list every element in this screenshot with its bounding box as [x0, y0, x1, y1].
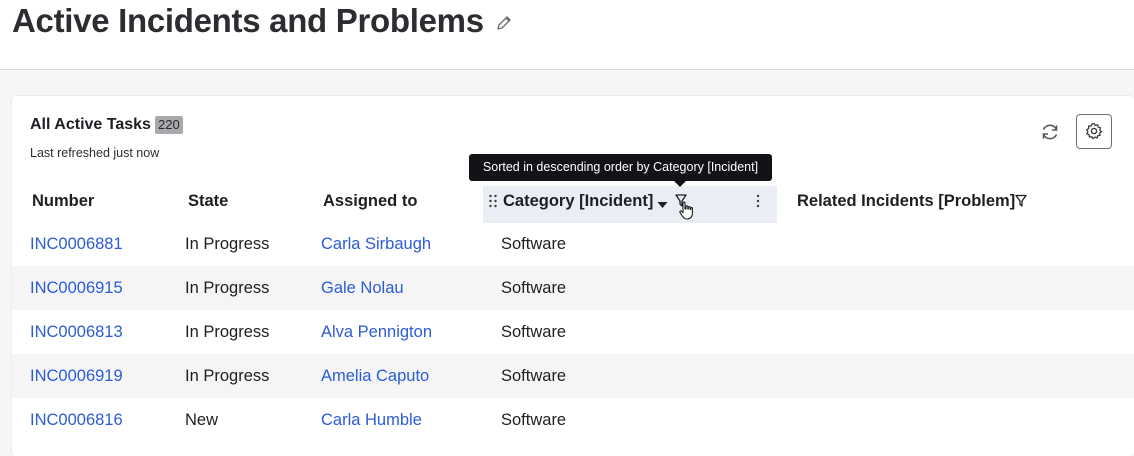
category-cell: Software — [501, 367, 567, 385]
assigned-to-link[interactable]: Amelia Caputo — [321, 354, 429, 398]
refresh-status: Last refreshed just now — [30, 146, 160, 160]
page-header: Active Incidents and Problems — [0, 0, 1134, 70]
assigned-to-link[interactable]: Gale Nolau — [321, 266, 404, 310]
kebab-icon[interactable] — [755, 193, 761, 209]
list-title: All Active Tasks — [30, 116, 151, 133]
category-cell: Software — [501, 411, 567, 429]
table-row: INC0006881 In Progress Carla Sirbaugh So… — [12, 222, 1134, 266]
funnel-icon[interactable] — [674, 193, 696, 223]
state-cell: In Progress — [185, 367, 270, 385]
column-header-related-incidents[interactable]: Related Incidents [Problem] — [797, 188, 1015, 222]
count-badge: 220 — [155, 116, 183, 134]
page-title: Active Incidents and Problems — [12, 2, 484, 39]
incident-number-link[interactable]: INC0006915 — [30, 266, 123, 310]
incident-number-link[interactable]: INC0006813 — [30, 310, 123, 354]
drag-handle-icon[interactable] — [488, 194, 498, 208]
table-row: INC0006915 In Progress Gale Nolau Softwa… — [12, 266, 1134, 310]
incident-number-link[interactable]: INC0006919 — [30, 354, 123, 398]
sort-tooltip: Sorted in descending order by Category [… — [469, 154, 772, 187]
assigned-to-link[interactable]: Carla Sirbaugh — [321, 222, 431, 266]
table-row: INC0006813 In Progress Alva Pennigton So… — [12, 310, 1134, 354]
incident-number-link[interactable]: INC0006881 — [30, 222, 123, 266]
list-card: All Active Tasks 220 Last refreshed just… — [12, 96, 1134, 456]
category-cell: Software — [501, 235, 567, 253]
table-row: INC0006816 New Carla Humble Software — [12, 398, 1134, 442]
assigned-to-link[interactable]: Carla Humble — [321, 398, 422, 442]
state-cell: In Progress — [185, 279, 270, 297]
column-header-state[interactable]: State — [188, 188, 228, 222]
settings-button[interactable] — [1076, 114, 1112, 149]
caret-down-icon[interactable] — [657, 196, 668, 208]
refresh-icon[interactable] — [1038, 120, 1062, 144]
state-cell: New — [185, 411, 219, 429]
incident-number-link[interactable]: INC0006816 — [30, 398, 123, 442]
column-header-number[interactable]: Number — [32, 188, 94, 222]
column-header-assigned-to[interactable]: Assigned to — [323, 188, 417, 222]
table-row: INC0006919 In Progress Amelia Caputo Sof… — [12, 354, 1134, 398]
funnel-icon[interactable] — [1015, 194, 1027, 207]
category-cell: Software — [501, 279, 567, 297]
column-header-category[interactable]: Category [Incident] — [503, 188, 653, 222]
state-cell: In Progress — [185, 235, 270, 253]
category-cell: Software — [501, 323, 567, 341]
pencil-icon[interactable] — [494, 13, 514, 33]
assigned-to-link[interactable]: Alva Pennigton — [321, 310, 432, 354]
state-cell: In Progress — [185, 323, 270, 341]
